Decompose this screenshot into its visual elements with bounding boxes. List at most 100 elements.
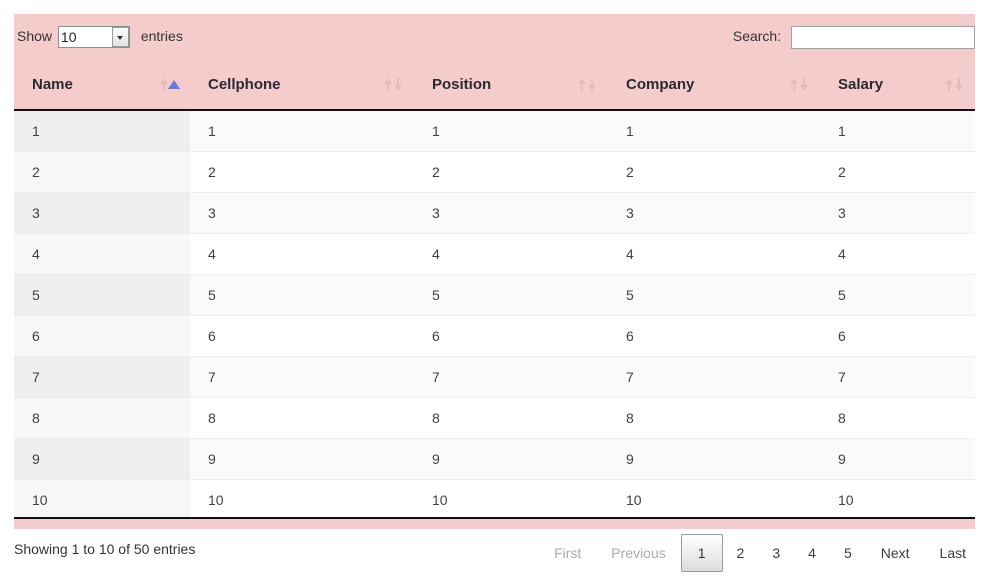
length-label-suffix: entries: [141, 28, 183, 44]
table-cell: 7: [820, 356, 975, 397]
table-cell: 5: [608, 274, 820, 315]
table-cell: 4: [14, 233, 190, 274]
pagination-next-button[interactable]: Next: [866, 537, 925, 569]
pagination-2-button[interactable]: 2: [723, 537, 759, 569]
table-row: 66666: [14, 315, 975, 356]
sort-none-icon: [384, 76, 402, 94]
table-row: 55555: [14, 274, 975, 315]
table-cell: 2: [820, 151, 975, 192]
length-select[interactable]: 102550100: [58, 26, 130, 48]
table-head: Name Cellphone Posit: [14, 60, 975, 110]
length-select-wrap[interactable]: 102550100: [56, 26, 132, 48]
data-table-wrapper: Name Cellphone Posit: [14, 60, 975, 520]
table-cell: 3: [820, 192, 975, 233]
table-cell: 6: [820, 315, 975, 356]
table-cell: 8: [820, 397, 975, 438]
table-cell: 3: [414, 192, 608, 233]
table-cell: 6: [608, 315, 820, 356]
table-cell: 3: [608, 192, 820, 233]
table-cell: 2: [414, 151, 608, 192]
length-control: Show 102550100 entries: [17, 26, 183, 48]
table-cell: 4: [414, 233, 608, 274]
table-cell: 10: [14, 479, 190, 520]
table-cell: 2: [14, 151, 190, 192]
table-cell: 1: [14, 110, 190, 151]
column-header-label: Name: [14, 76, 73, 93]
table-row: 44444: [14, 233, 975, 274]
column-header-position[interactable]: Position: [414, 60, 608, 110]
table-cell: 9: [820, 438, 975, 479]
table-cell: 9: [414, 438, 608, 479]
pagination-4-button[interactable]: 4: [794, 537, 830, 569]
table-cell: 4: [608, 233, 820, 274]
sort-none-icon: [945, 76, 963, 94]
table-row: 11111: [14, 110, 975, 151]
table-cell: 3: [190, 192, 414, 233]
table-row: 77777: [14, 356, 975, 397]
table-controls-bar: Show 102550100 entries Search:: [14, 14, 975, 60]
table-cell: 10: [608, 479, 820, 520]
table-body: 1111122222333334444455555666667777788888…: [14, 110, 975, 520]
search-label: Search:: [733, 28, 781, 44]
table-cell: 4: [820, 233, 975, 274]
table-row: 22222: [14, 151, 975, 192]
column-header-salary[interactable]: Salary: [820, 60, 975, 110]
table-cell: 8: [608, 397, 820, 438]
table-cell: 6: [190, 315, 414, 356]
header-row: Name Cellphone Posit: [14, 60, 975, 110]
column-header-label: Position: [414, 76, 491, 93]
column-header-label: Salary: [820, 76, 883, 93]
pagination-previous-button: Previous: [596, 537, 680, 569]
table-cell: 1: [608, 110, 820, 151]
table-cell: 10: [820, 479, 975, 520]
search-control: Search:: [733, 25, 975, 49]
table-cell: 8: [190, 397, 414, 438]
table-footer-bar: [14, 519, 975, 529]
search-input[interactable]: [791, 26, 975, 49]
sort-ascending-icon: [160, 76, 178, 94]
table-cell: 6: [414, 315, 608, 356]
table-cell: 7: [14, 356, 190, 397]
table-cell: 8: [14, 397, 190, 438]
column-header-name[interactable]: Name: [14, 60, 190, 110]
table-cell: 9: [190, 438, 414, 479]
length-label-prefix: Show: [17, 28, 52, 44]
table-cell: 7: [190, 356, 414, 397]
table-row: 88888: [14, 397, 975, 438]
data-table: Name Cellphone Posit: [14, 60, 975, 520]
pagination-3-button[interactable]: 3: [758, 537, 794, 569]
table-cell: 2: [608, 151, 820, 192]
table-cell: 10: [414, 479, 608, 520]
column-header-label: Company: [608, 76, 694, 93]
table-cell: 8: [414, 397, 608, 438]
table-cell: 6: [14, 315, 190, 356]
table-cell: 1: [414, 110, 608, 151]
table-cell: 5: [820, 274, 975, 315]
sort-none-icon: [578, 76, 596, 94]
table-cell: 1: [820, 110, 975, 151]
table-cell: 4: [190, 233, 414, 274]
table-row: 99999: [14, 438, 975, 479]
table-cell: 7: [414, 356, 608, 397]
table-cell: 9: [608, 438, 820, 479]
table-cell: 7: [608, 356, 820, 397]
pagination-5-button[interactable]: 5: [830, 537, 866, 569]
pagination: FirstPrevious12345NextLast: [539, 533, 981, 573]
table-row: 1010101010: [14, 479, 975, 520]
column-header-cellphone[interactable]: Cellphone: [190, 60, 414, 110]
table-cell: 5: [190, 274, 414, 315]
table-cell: 10: [190, 479, 414, 520]
datatable-page: Show 102550100 entries Search: Name: [0, 0, 989, 583]
pagination-last-button[interactable]: Last: [925, 537, 981, 569]
table-info: Showing 1 to 10 of 50 entries: [14, 541, 195, 557]
pagination-first-button: First: [539, 537, 596, 569]
table-cell: 3: [14, 192, 190, 233]
column-header-company[interactable]: Company: [608, 60, 820, 110]
table-cell: 5: [14, 274, 190, 315]
table-cell: 2: [190, 151, 414, 192]
table-row: 33333: [14, 192, 975, 233]
column-header-label: Cellphone: [190, 76, 281, 93]
pagination-1-button[interactable]: 1: [681, 534, 723, 572]
table-cell: 5: [414, 274, 608, 315]
table-cell: 9: [14, 438, 190, 479]
